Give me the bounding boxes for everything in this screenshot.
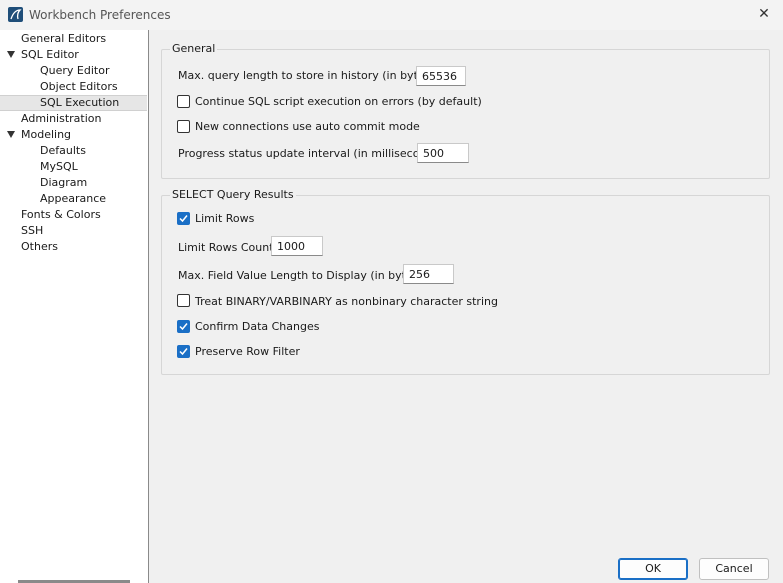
auto-commit-label: New connections use auto commit mode xyxy=(195,120,420,133)
tree-item-label: General Editors xyxy=(21,32,107,45)
ok-button[interactable]: OK xyxy=(618,558,688,580)
checkmark-icon xyxy=(179,323,188,331)
auto-commit-checkbox[interactable] xyxy=(177,120,190,133)
tree-item-label: Others xyxy=(21,240,58,253)
tree-item-fonts-colors[interactable]: Fonts & Colors xyxy=(0,207,147,223)
tree-item-defaults[interactable]: Defaults xyxy=(0,143,147,159)
close-button[interactable]: ✕ xyxy=(753,4,775,24)
select-query-results-group: SELECT Query Results Limit Rows Limit Ro… xyxy=(161,188,770,375)
max-field-length-input[interactable] xyxy=(403,264,454,284)
tree-item-label: Defaults xyxy=(40,144,86,157)
limit-rows-label: Limit Rows xyxy=(195,212,255,225)
limit-rows-checkbox[interactable] xyxy=(177,212,190,225)
limit-rows-count-label: Limit Rows Count: xyxy=(178,241,278,254)
limit-rows-count-input[interactable] xyxy=(271,236,323,256)
workbench-dolphin-icon xyxy=(8,7,23,22)
tree-item-label: MySQL xyxy=(40,160,78,173)
tree-item-general-editors[interactable]: General Editors xyxy=(0,31,147,47)
max-query-length-label: Max. query length to store in history (i… xyxy=(178,69,439,82)
cancel-button[interactable]: Cancel xyxy=(699,558,769,580)
tree-item-query-editor[interactable]: Query Editor xyxy=(0,63,147,79)
max-query-length-input[interactable] xyxy=(416,66,466,86)
tree-item-label: SSH xyxy=(21,224,44,237)
tree-item-label: SQL Editor xyxy=(21,48,79,61)
tree-item-label: Appearance xyxy=(40,192,107,205)
tree-item-label: Administration xyxy=(21,112,102,125)
tree-item-sql-execution[interactable]: SQL Execution xyxy=(0,95,147,111)
continue-on-errors-label: Continue SQL script execution on errors … xyxy=(195,95,482,108)
treat-binary-label: Treat BINARY/VARBINARY as nonbinary char… xyxy=(195,295,498,308)
tree-item-mysql[interactable]: MySQL xyxy=(0,159,147,175)
preferences-tree[interactable]: General Editors SQL Editor Query Editor … xyxy=(0,30,149,583)
expand-arrow-icon[interactable] xyxy=(7,131,15,138)
preserve-row-filter-checkbox[interactable] xyxy=(177,345,190,358)
tree-item-appearance[interactable]: Appearance xyxy=(0,191,147,207)
group-title: General xyxy=(170,42,218,55)
group-title: SELECT Query Results xyxy=(170,188,296,201)
tree-item-label: Object Editors xyxy=(40,80,118,93)
checkmark-icon xyxy=(179,348,188,356)
confirm-data-changes-checkbox[interactable] xyxy=(177,320,190,333)
tree-item-label: Fonts & Colors xyxy=(21,208,101,221)
tree-item-label: Diagram xyxy=(40,176,88,189)
window-title: Workbench Preferences xyxy=(29,8,171,22)
tree-item-sql-editor[interactable]: SQL Editor xyxy=(0,47,147,63)
tree-item-modeling[interactable]: Modeling xyxy=(0,127,147,143)
progress-interval-input[interactable] xyxy=(417,143,469,163)
tree-item-diagram[interactable]: Diagram xyxy=(0,175,147,191)
progress-interval-label: Progress status update interval (in mill… xyxy=(178,147,448,160)
continue-on-errors-checkbox[interactable] xyxy=(177,95,190,108)
tree-item-label: Query Editor xyxy=(40,64,110,77)
tree-item-label: SQL Execution xyxy=(40,96,120,109)
expand-arrow-icon[interactable] xyxy=(7,51,15,58)
max-field-length-label: Max. Field Value Length to Display (in b… xyxy=(178,269,427,282)
close-icon: ✕ xyxy=(758,6,770,22)
preserve-row-filter-label: Preserve Row Filter xyxy=(195,345,300,358)
tree-item-label: Modeling xyxy=(21,128,72,141)
general-group: General Max. query length to store in hi… xyxy=(161,42,770,179)
treat-binary-checkbox[interactable] xyxy=(177,294,190,307)
checkmark-icon xyxy=(179,215,188,223)
tree-item-object-editors[interactable]: Object Editors xyxy=(0,79,147,95)
title-bar: Workbench Preferences ✕ xyxy=(0,0,783,30)
confirm-data-changes-label: Confirm Data Changes xyxy=(195,320,320,333)
tree-item-administration[interactable]: Administration xyxy=(0,111,147,127)
tree-item-others[interactable]: Others xyxy=(0,239,147,255)
tree-item-ssh[interactable]: SSH xyxy=(0,223,147,239)
